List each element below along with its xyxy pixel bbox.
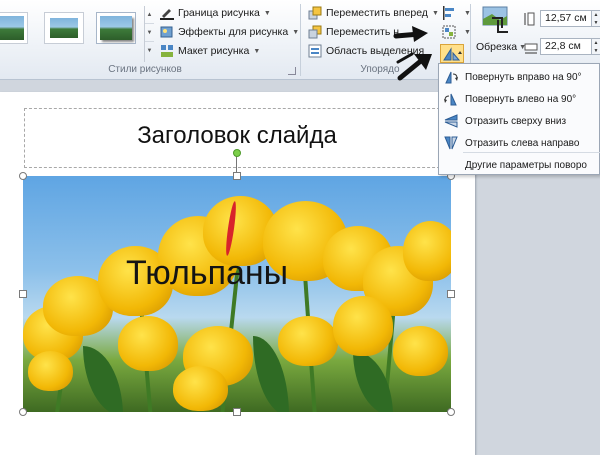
bring-forward-icon	[308, 6, 322, 20]
bring-forward-button[interactable]: Переместить вперед ▼	[308, 4, 439, 22]
resize-handle-bottom[interactable]	[233, 408, 241, 416]
rotate-button[interactable]	[440, 44, 464, 63]
rotate-menu: Повернуть вправо на 90° Повернуть влево …	[438, 63, 600, 175]
picture-style-thumb-1[interactable]	[0, 12, 28, 44]
picture-caption[interactable]: Тюльпаны	[126, 254, 288, 293]
picture-style-thumb-2[interactable]	[44, 12, 84, 44]
menu-item-rotate-left[interactable]: Повернуть влево на 90°	[439, 88, 600, 110]
menu-item-label: Повернуть влево на 90°	[465, 93, 577, 105]
group-button[interactable]: ▼	[442, 23, 471, 41]
chevron-down-icon: ▼	[431, 9, 439, 17]
picture-effects-button[interactable]: Эффекты для рисунка ▼	[160, 23, 299, 41]
flip-horizontal-icon	[443, 135, 459, 151]
align-icon	[442, 6, 456, 20]
gallery-scroll[interactable]: ▲ ▼ ▼	[144, 6, 154, 62]
menu-item-label: Отразить сверху вниз	[465, 115, 567, 127]
dialog-launcher-icon[interactable]	[288, 67, 296, 75]
group-icon	[442, 25, 456, 39]
rotate-left-icon	[443, 91, 459, 107]
crop-button[interactable]	[480, 6, 510, 34]
menu-item-flip-vertical[interactable]: Отразить сверху вниз	[439, 110, 600, 132]
menu-item-flip-horizontal[interactable]: Отразить слева направо	[439, 132, 600, 154]
crop-icon	[482, 6, 508, 33]
group-separator	[300, 4, 301, 76]
rotate-right-icon	[443, 69, 459, 85]
picture-style-thumb-3[interactable]	[96, 12, 136, 44]
send-backward-button[interactable]: Переместить н	[308, 23, 399, 41]
menu-item-label: Отразить слева направо	[465, 137, 580, 149]
width-spinner[interactable]: ▲ ▼	[592, 38, 600, 55]
picture-border-label: Граница рисунка	[178, 7, 260, 19]
border-icon	[160, 6, 174, 20]
menu-separator	[463, 152, 600, 153]
menu-item-more-rotation-options[interactable]: Другие параметры поворо	[439, 154, 600, 176]
width-input[interactable]: 22,8 см	[540, 38, 592, 55]
picture-effects-label: Эффекты для рисунка	[178, 26, 289, 38]
send-backward-label: Переместить н	[326, 26, 400, 38]
align-button[interactable]: ▼	[442, 4, 471, 22]
resize-handle-top[interactable]	[233, 172, 241, 180]
picture-styles-group-label: Стили рисунков	[108, 64, 182, 75]
selection-pane-icon	[308, 44, 322, 58]
flip-vertical-icon	[443, 113, 459, 129]
gallery-up-icon[interactable]: ▲	[145, 6, 154, 24]
width-icon	[524, 38, 538, 56]
resize-handle-bottom-left[interactable]	[19, 408, 27, 416]
height-spinner[interactable]: ▲ ▼	[592, 10, 600, 27]
resize-handle-bottom-right[interactable]	[447, 408, 455, 416]
bring-forward-label: Переместить вперед	[326, 7, 428, 19]
picture-border-button[interactable]: Граница рисунка ▼	[160, 4, 271, 22]
gallery-down-icon[interactable]: ▼	[145, 24, 154, 42]
resize-handle-top-left[interactable]	[19, 172, 27, 180]
resize-handle-right[interactable]	[447, 290, 455, 298]
chevron-down-icon: ▼	[292, 28, 300, 36]
resize-handle-left[interactable]	[19, 290, 27, 298]
gallery-more-icon[interactable]: ▼	[145, 42, 154, 60]
menu-item-rotate-right[interactable]: Повернуть вправо на 90°	[439, 66, 600, 88]
menu-item-label: Другие параметры поворо	[465, 159, 587, 171]
rotation-handle[interactable]	[233, 149, 241, 157]
crop-label[interactable]: Обрезка ▼	[476, 38, 526, 56]
tulip-picture[interactable]	[23, 176, 451, 412]
send-backward-icon	[308, 25, 322, 39]
crop-label-text: Обрезка	[476, 41, 518, 53]
chevron-down-icon: ▼	[253, 47, 261, 55]
effects-icon	[160, 25, 174, 39]
rotate-icon	[443, 47, 462, 61]
picture-layout-button[interactable]: Макет рисунка ▼	[160, 42, 260, 60]
height-icon	[524, 10, 538, 28]
slide-title[interactable]: Заголовок слайда	[24, 122, 450, 150]
chevron-down-icon: ▼	[263, 9, 271, 17]
height-input[interactable]: 12,57 см	[540, 10, 592, 27]
layout-icon	[160, 44, 174, 58]
picture-layout-label: Макет рисунка	[178, 45, 250, 57]
annotation-arrows-icon	[393, 26, 432, 81]
menu-item-label: Повернуть вправо на 90°	[465, 71, 582, 83]
